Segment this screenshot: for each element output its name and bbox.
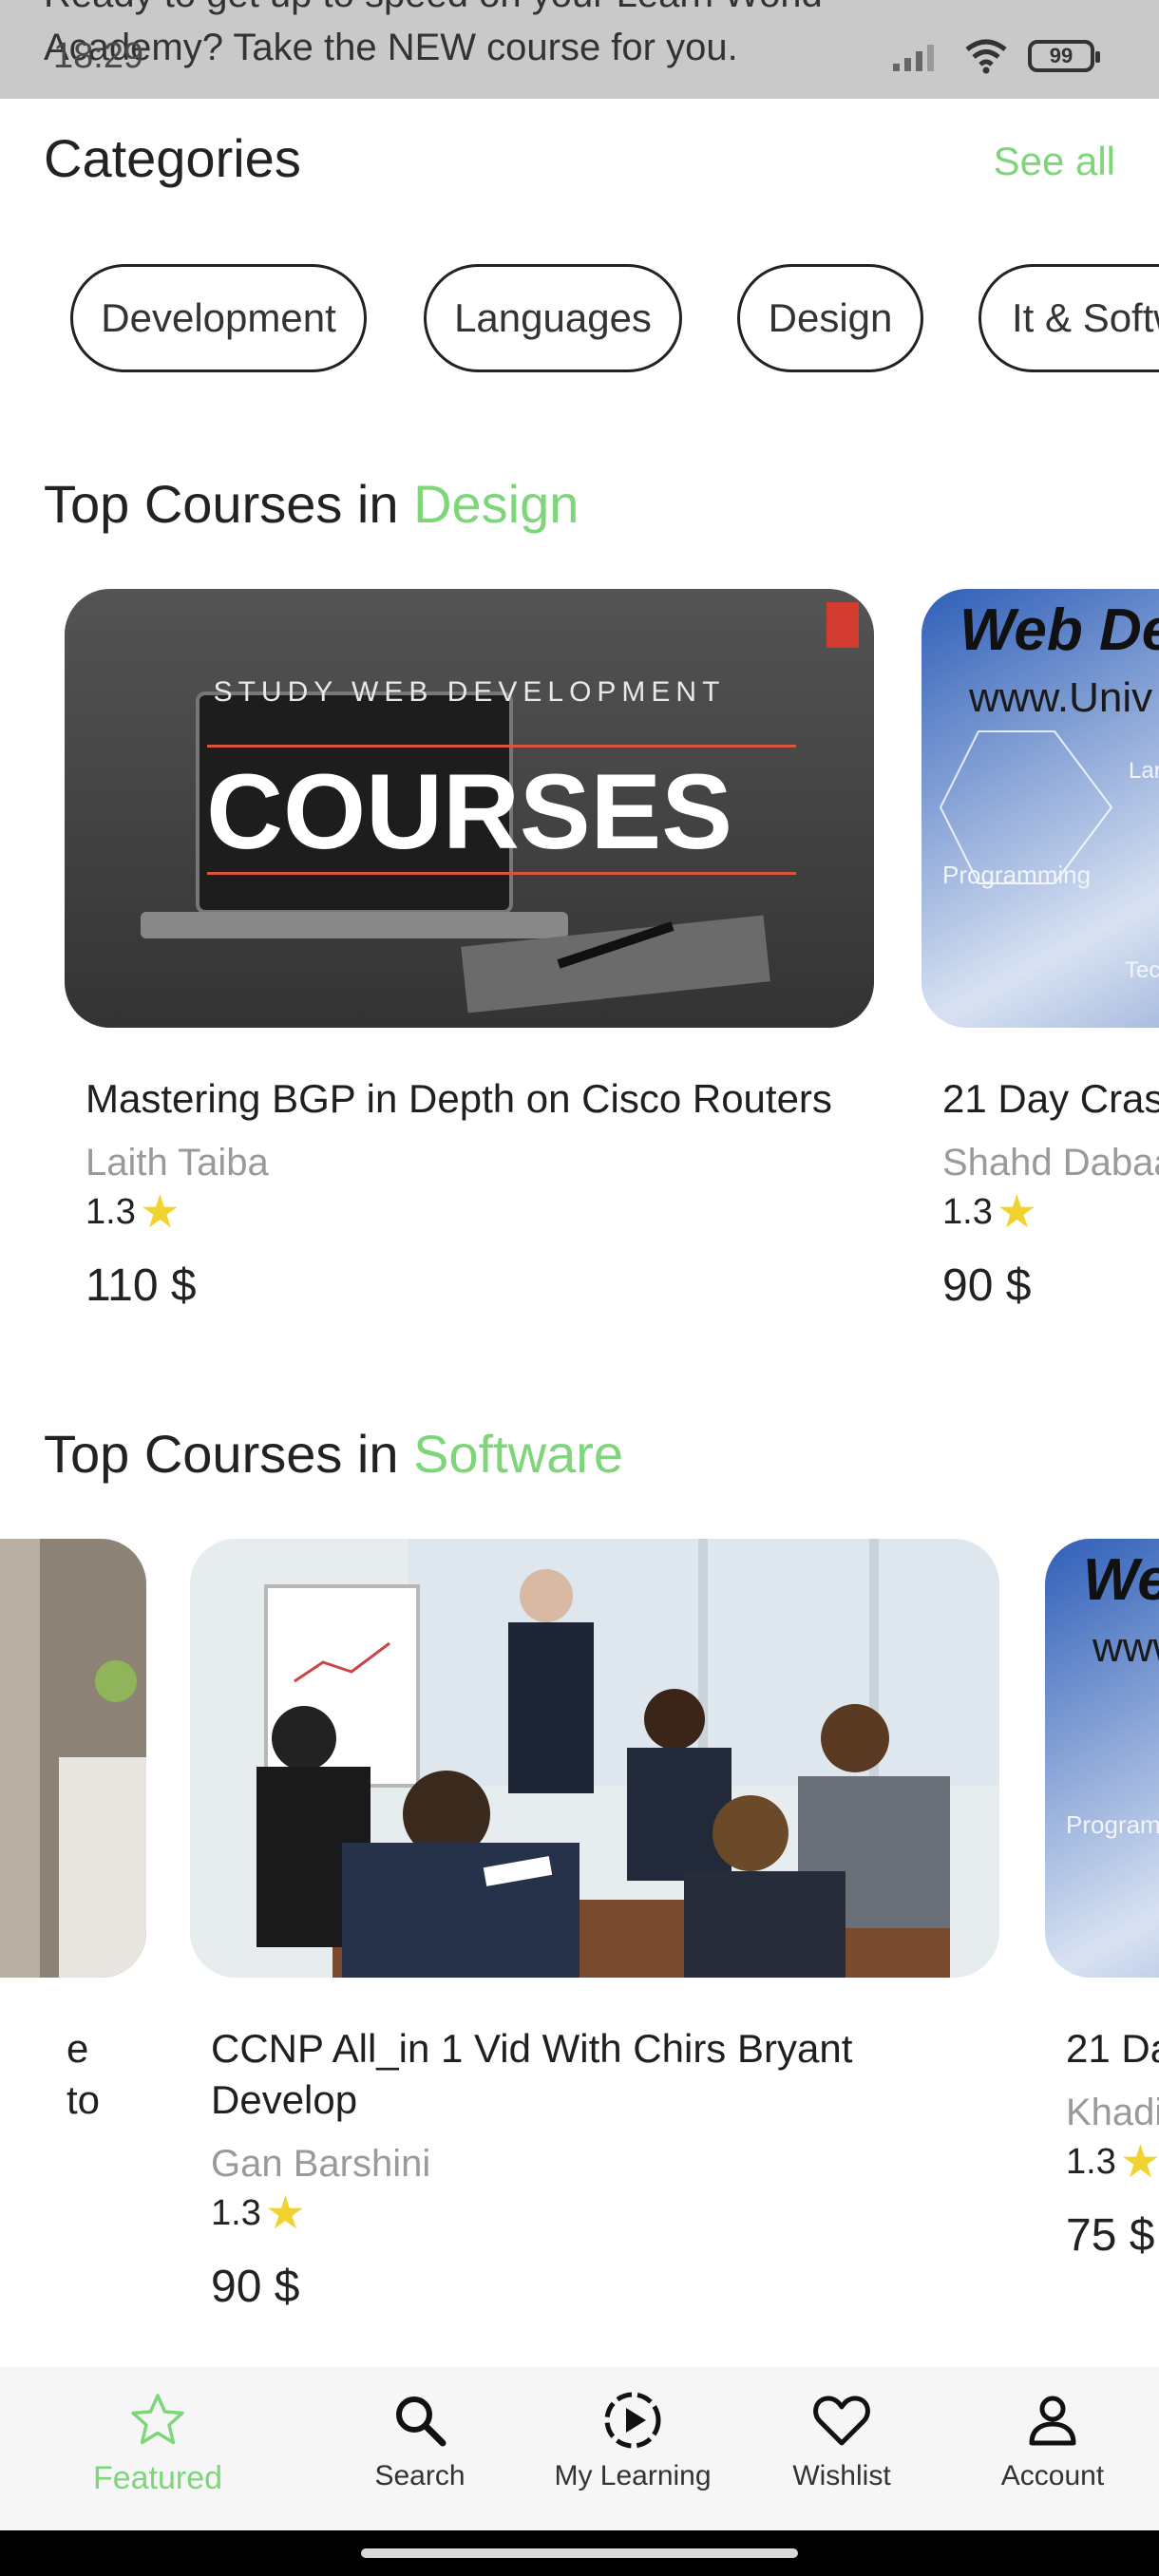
design-section-title: Top Courses in Design (44, 473, 579, 535)
course-card[interactable]: STUDY WEB DEVELOPMENT COURSES Mastering … (65, 589, 874, 1312)
course-price: 75 $ (1066, 2210, 1155, 2261)
signal-icon (893, 45, 934, 71)
rating-value: 1.3 (86, 1192, 136, 1232)
nav-label: Wishlist (792, 2460, 891, 2491)
thumbnail-tag: Programming (942, 861, 1092, 889)
thumbnail-rule-bottom (207, 872, 796, 875)
category-chips: Development Languages Design It & Softwa… (0, 264, 1159, 374)
course-title: e to (66, 2026, 101, 2122)
person-icon (1029, 2396, 1076, 2446)
thumbnail-headline: COURSES (206, 752, 732, 871)
thumbnail-caption: www (1092, 1624, 1159, 1671)
course-thumbnail: STUDY WEB DEVELOPMENT COURSES (65, 589, 874, 1028)
thumbnail-caption: www.Univ (969, 674, 1153, 721)
star-icon (131, 2394, 184, 2445)
thumbnail-tag: Tec (1125, 957, 1159, 983)
course-rating: 1.3 ★ (211, 2188, 978, 2239)
section-title-prefix: Top Courses in (44, 474, 414, 534)
course-author: Khadija (1066, 2092, 1159, 2133)
wifi-icon (965, 39, 1007, 74)
nav-label: My Learning (554, 2460, 712, 2491)
course-title: 21 Day Crash Course Artificial Intellige… (942, 1076, 1159, 1121)
thumbnail-tag: Lan (1129, 758, 1159, 784)
promo-line-1: Ready to get up to speed on your Learn W… (44, 0, 823, 21)
course-card[interactable]: e to (0, 1539, 146, 2126)
play-circle-icon (604, 2392, 661, 2449)
bottom-nav: Featured Search My Learning Wishlist Acc… (0, 2367, 1159, 2530)
promo-text: Ready to get up to speed on your Learn W… (44, 0, 823, 74)
heart-icon (813, 2396, 870, 2446)
star-icon: ★ (1119, 2136, 1159, 2188)
course-price: 90 $ (942, 1260, 1032, 1311)
home-indicator[interactable] (361, 2548, 798, 2558)
section-title-prefix: Top Courses in (44, 1424, 414, 1484)
chip-design[interactable]: Design (737, 264, 923, 372)
software-section-title: Top Courses in Software (44, 1423, 623, 1485)
status-time: 18:29 (53, 36, 144, 76)
thumbnail-headline: We (1083, 1547, 1159, 1613)
course-card[interactable]: CCNP All_in 1 Vid With Chirs Bryant Deve… (190, 1539, 999, 2313)
nav-search[interactable]: Search (325, 2390, 515, 2492)
star-icon: ★ (264, 2188, 306, 2239)
rating-value: 1.3 (211, 2193, 261, 2233)
chip-languages[interactable]: Languages (424, 264, 682, 372)
thumbnail-rule-top (207, 745, 796, 748)
status-bar: Ready to get up to speed on your Learn W… (0, 0, 1159, 99)
course-thumbnail: We www Program (1045, 1539, 1159, 1978)
see-all-link[interactable]: See all (994, 139, 1115, 184)
course-title: Mastering BGP in Depth on Cisco Routers (86, 1076, 832, 1121)
course-thumbnail (190, 1539, 999, 1978)
course-author: Laith Taiba (86, 1142, 269, 1184)
thumbnail-tag: Program (1066, 1810, 1159, 1839)
course-thumbnail-image (0, 1539, 146, 1978)
nav-wishlist[interactable]: Wishlist (747, 2390, 937, 2492)
nav-featured[interactable]: Featured (63, 2390, 253, 2497)
star-icon: ★ (996, 1186, 1037, 1238)
chip-development[interactable]: Development (70, 264, 367, 372)
thumbnail-headline: Web De (960, 597, 1159, 663)
section-title-accent: Design (413, 474, 580, 534)
course-title: CCNP All_in 1 Vid With Chirs Bryant Deve… (211, 2026, 853, 2122)
course-thumbnail-image (190, 1539, 999, 1978)
rating-value: 1.3 (1066, 2142, 1116, 2182)
course-thumbnail (0, 1539, 146, 1978)
course-rating: 1.3 ★ (86, 1186, 853, 1238)
chip-it-software[interactable]: It & Software (978, 264, 1159, 372)
battery-icon: 99 (1028, 40, 1100, 72)
course-price: 110 $ (86, 1260, 197, 1311)
course-author: Gan Barshini (211, 2143, 431, 2185)
course-title: 21 Day Crash Course Artificial Intellige… (1066, 2026, 1159, 2071)
nav-label: Account (1000, 2460, 1105, 2491)
search-icon (396, 2396, 446, 2447)
course-card[interactable]: We www Program 21 Day Crash Course Artif… (1045, 1539, 1159, 2262)
course-thumbnail: Web De www.Univ Programming Lan Tec (922, 589, 1159, 1028)
course-rating: 1.3 ★ (942, 1186, 1159, 1238)
promo-line-2: Academy? Take the NEW course for you. (44, 27, 738, 68)
course-author: Shahd Dabaa (942, 1142, 1159, 1184)
software-course-row: e to CCNP All_in 1 Vid With Chirs Bryant… (0, 1539, 1159, 2356)
status-icons: 99 (891, 36, 1100, 76)
nav-my-learning[interactable]: My Learning (538, 2390, 728, 2492)
section-title-accent: Software (413, 1424, 624, 1484)
nav-label: Search (374, 2460, 466, 2491)
course-card[interactable]: Web De www.Univ Programming Lan Tec 21 D… (922, 589, 1159, 1312)
categories-title: Categories (44, 128, 301, 188)
design-course-row: STUDY WEB DEVELOPMENT COURSES Mastering … (0, 589, 1159, 1396)
star-icon: ★ (139, 1186, 180, 1238)
course-price: 90 $ (211, 2262, 300, 2312)
course-rating: 1.3 ★ (1066, 2136, 1159, 2188)
nav-label: Featured (92, 2460, 223, 2496)
thumbnail-caption: STUDY WEB DEVELOPMENT (213, 676, 726, 708)
nav-account[interactable]: Account (958, 2390, 1148, 2492)
rating-value: 1.3 (942, 1192, 993, 1232)
